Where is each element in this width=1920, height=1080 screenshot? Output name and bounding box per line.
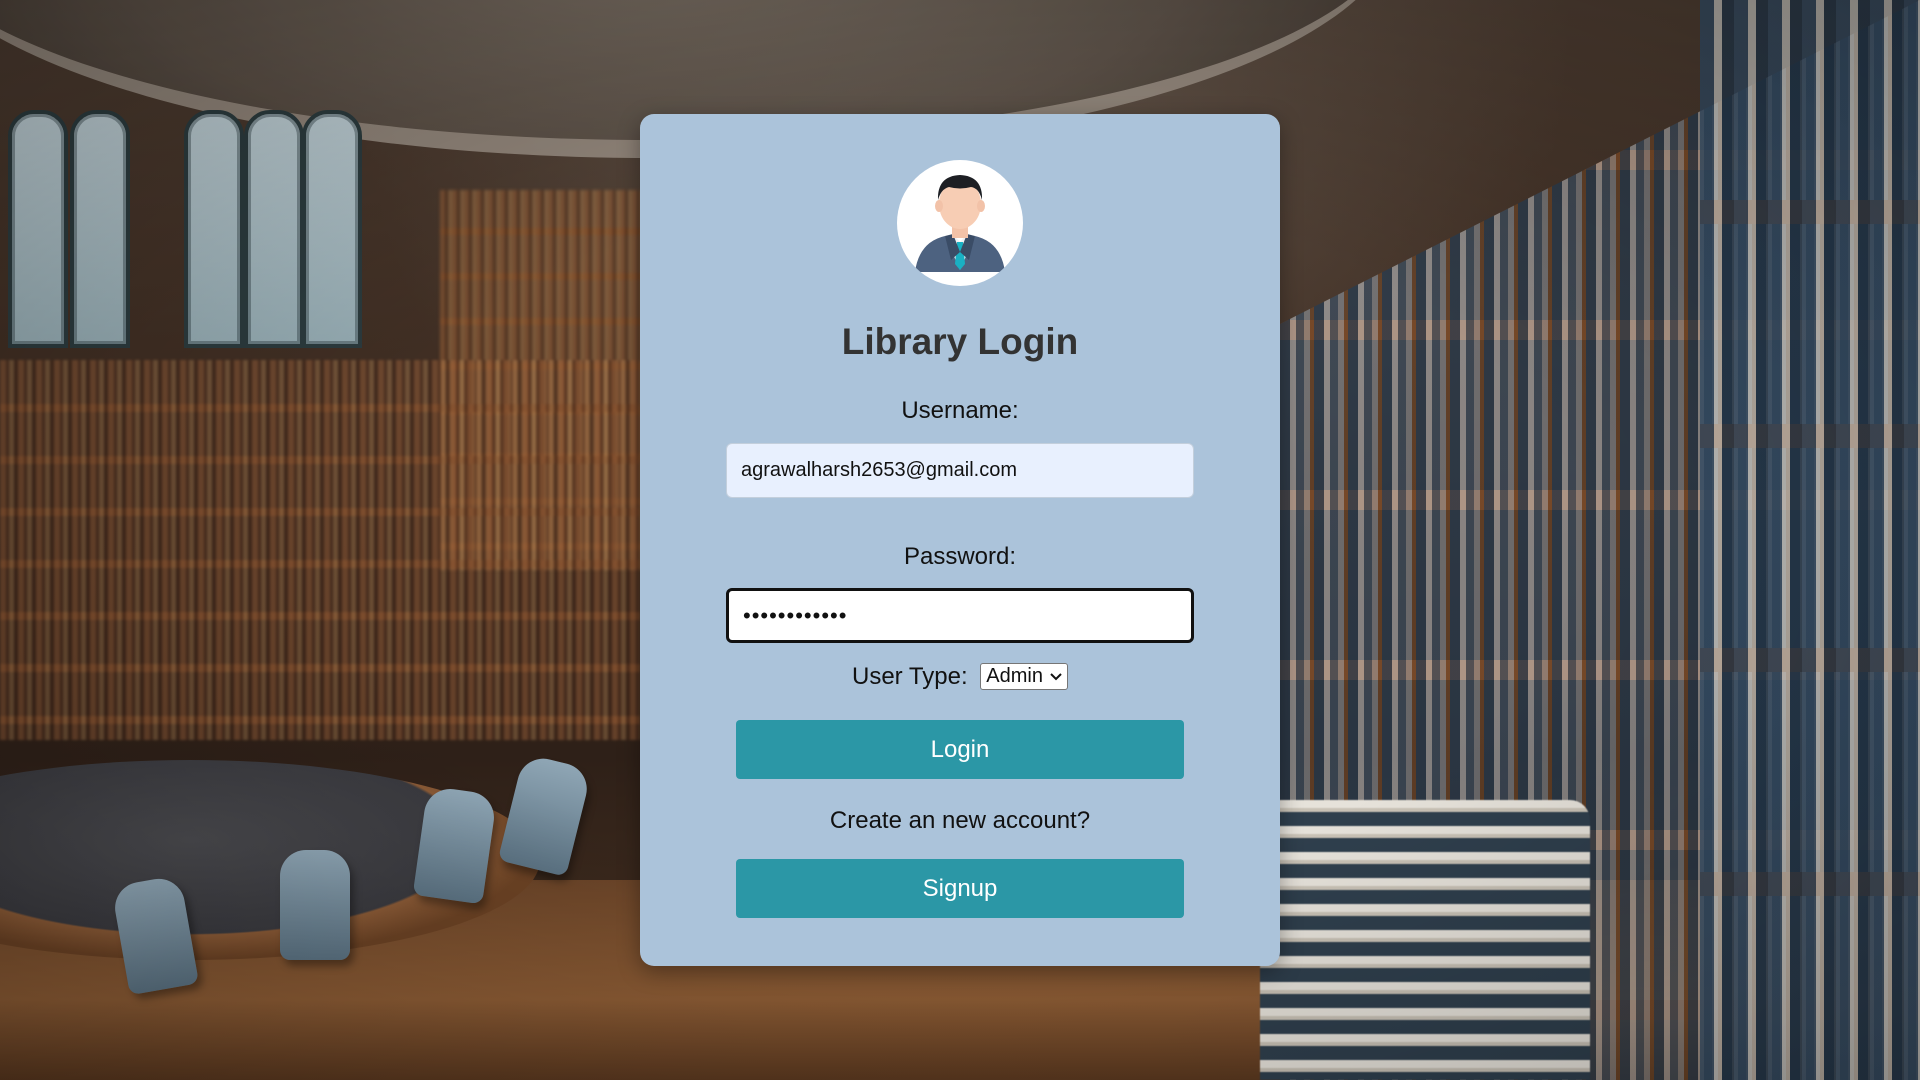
page-title: Library Login [841,321,1079,362]
user-type-row: User Type: Admin [640,662,1280,691]
login-card: Library Login Username: Password: User T… [640,114,1280,966]
create-account-text: Create an new account? [829,807,1091,834]
user-type-select[interactable]: Admin [980,663,1068,691]
signup-button[interactable]: Signup [736,859,1184,918]
avatar-illustration [915,175,1005,272]
chevron-down-icon [1049,664,1063,689]
user-type-selected-value: Admin [986,665,1043,688]
username-label: Username: [901,397,1019,424]
username-input[interactable] [726,443,1194,498]
password-label: Password: [903,543,1017,570]
password-input[interactable] [726,588,1194,643]
user-avatar-icon [897,160,1023,286]
user-type-label: User Type: [852,662,968,690]
login-button[interactable]: Login [736,720,1184,779]
